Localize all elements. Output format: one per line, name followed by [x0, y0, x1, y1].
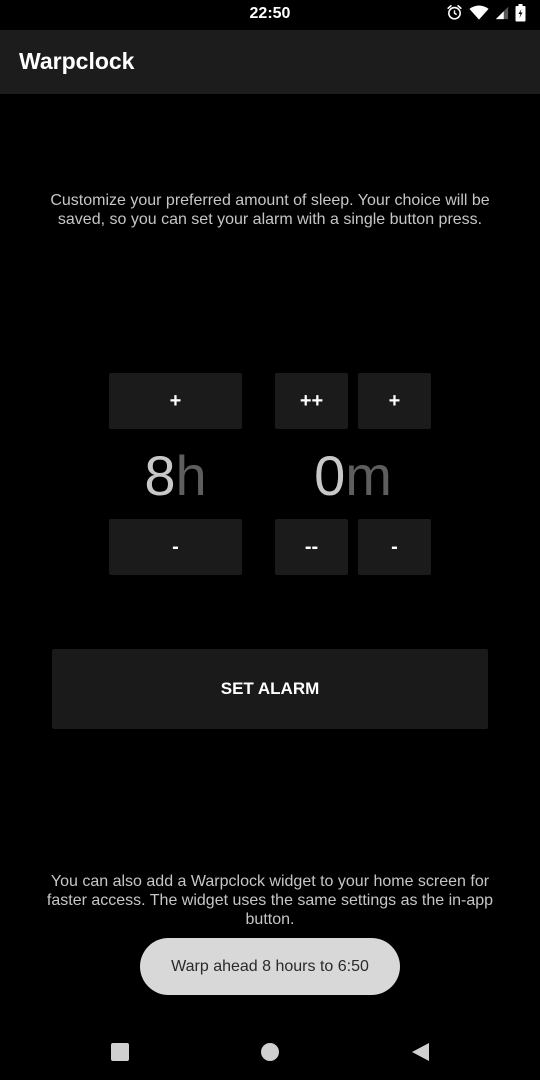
widget-info-text: You can also add a Warpclock widget to y…	[46, 873, 494, 928]
hours-unit: h	[175, 444, 207, 507]
home-icon[interactable]	[256, 1038, 284, 1066]
app-bar: Warpclock	[0, 30, 540, 94]
back-icon[interactable]	[406, 1038, 434, 1066]
toast-message: Warp ahead 8 hours to 6:50	[140, 938, 400, 995]
battery-icon	[515, 3, 526, 27]
minutes-display: 0m	[275, 444, 431, 508]
intro-text: Customize your preferred amount of sleep…	[50, 192, 490, 228]
minutes-unit: m	[345, 444, 392, 507]
minutes-increase-big-button[interactable]: ++	[275, 373, 348, 429]
minutes-decrease-big-button[interactable]: --	[275, 519, 348, 575]
toast-text: Warp ahead 8 hours to 6:50	[171, 957, 369, 975]
signal-icon	[495, 6, 509, 25]
minutes-decrease-button[interactable]: -	[358, 519, 431, 575]
wifi-icon	[469, 5, 489, 26]
minutes-value: 0	[314, 444, 346, 507]
navigation-bar	[0, 1024, 540, 1080]
app-title: Warpclock	[19, 48, 135, 74]
status-bar: 22:50	[0, 0, 540, 30]
hours-increase-button[interactable]: +	[109, 373, 242, 429]
hours-decrease-button[interactable]: -	[109, 519, 242, 575]
alarm-icon	[446, 4, 463, 26]
screen: 22:50 Warpclock Customize your preferred…	[0, 0, 540, 1080]
minutes-increase-button[interactable]: +	[358, 373, 431, 429]
hours-value: 8	[144, 444, 176, 507]
status-icons	[446, 3, 526, 27]
set-alarm-button[interactable]: SET ALARM	[52, 649, 488, 729]
hours-display: 8h	[109, 444, 242, 508]
recents-icon[interactable]	[106, 1038, 134, 1066]
